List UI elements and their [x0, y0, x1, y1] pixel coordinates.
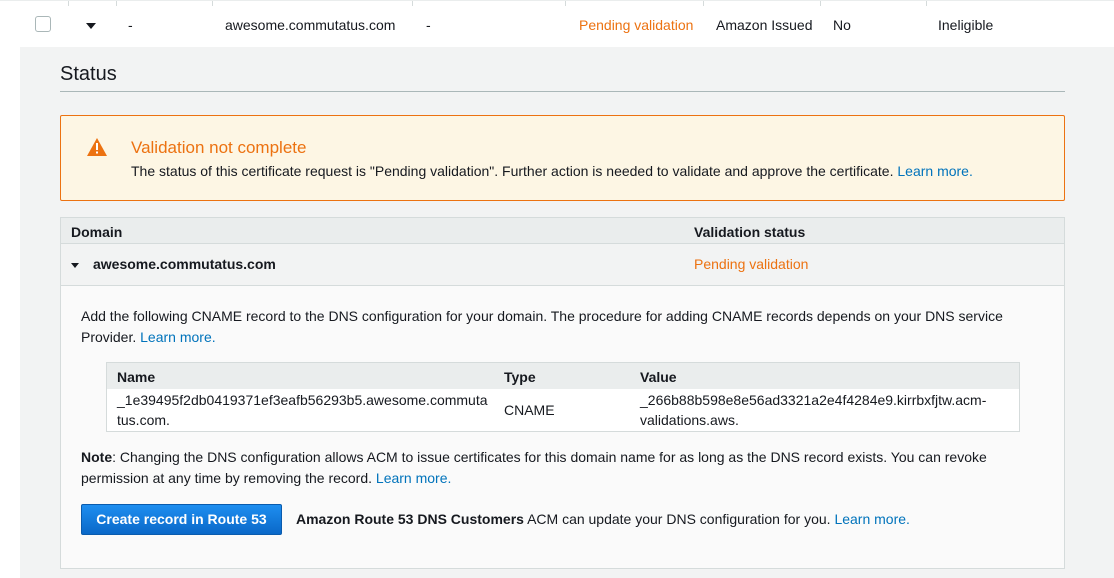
- column-divider: [212, 1, 213, 6]
- table-header: Domain Validation status: [61, 218, 1064, 244]
- alert-message-text: The status of this certificate request i…: [131, 163, 894, 179]
- column-divider: [68, 1, 69, 6]
- instructions-learn-more-link[interactable]: Learn more.: [140, 329, 215, 345]
- column-header-value: Value: [640, 369, 677, 385]
- route53-text: ACM can update your DNS configuration fo…: [527, 511, 831, 527]
- note-label: Note: [81, 449, 113, 465]
- route53-description: Amazon Route 53 DNS Customers ACM can up…: [296, 511, 910, 527]
- domain-validation-table: Domain Validation status awesome.commuta…: [60, 217, 1065, 569]
- warning-icon: [87, 138, 107, 156]
- column-divider: [412, 1, 413, 6]
- column-divider: [565, 1, 566, 6]
- column-divider: [703, 1, 704, 6]
- cname-value-line: _266b88b598e8e56ad3321a2e4f4284e9.kirrbx…: [640, 392, 987, 408]
- row-cell-domain: awesome.commutatus.com: [225, 17, 396, 33]
- certificate-row[interactable]: - awesome.commutatus.com - Pending valid…: [0, 0, 1114, 47]
- alert-message: The status of this certificate request i…: [131, 163, 973, 179]
- cname-table-header: Name Type Value: [107, 363, 1019, 389]
- instructions-text: Add the following CNAME record to the DN…: [81, 308, 1003, 345]
- column-header-name: Name: [117, 369, 156, 385]
- note-learn-more-link[interactable]: Learn more.: [376, 470, 451, 486]
- create-record-route53-button[interactable]: Create record in Route 53: [81, 504, 282, 535]
- divider: [60, 91, 1065, 92]
- route53-learn-more-link[interactable]: Learn more.: [834, 511, 909, 527]
- column-divider: [116, 1, 117, 6]
- expand-caret-icon[interactable]: [71, 263, 79, 268]
- domain-validation-status: Pending validation: [694, 256, 809, 272]
- row-select-checkbox[interactable]: [35, 16, 51, 32]
- validation-warning-alert: Validation not complete The status of th…: [60, 115, 1065, 201]
- alert-title: Validation not complete: [131, 138, 307, 157]
- cname-record-value[interactable]: _266b88b598e8e56ad3321a2e4f4284e9.kirrbx…: [640, 390, 986, 430]
- alert-learn-more-link[interactable]: Learn more.: [897, 163, 972, 179]
- cname-record-type: CNAME: [504, 402, 555, 418]
- cname-name-line: tus.com.: [117, 412, 170, 428]
- collapse-caret-icon[interactable]: [86, 23, 96, 29]
- row-cell-additional-names: -: [426, 17, 431, 33]
- certificate-details-panel: Status Validation not complete The statu…: [20, 47, 1114, 578]
- cname-name-line: _1e39495f2db0419371ef3eafb56293b5.awesom…: [117, 392, 488, 408]
- column-header-domain: Domain: [71, 224, 123, 240]
- note-text: : Changing the DNS configuration allows …: [81, 449, 987, 486]
- cname-record-table: Name Type Value _1e39495f2db0419371ef3ea…: [106, 362, 1020, 432]
- status-heading: Status: [60, 63, 117, 85]
- domain-name: awesome.commutatus.com: [93, 256, 276, 272]
- cname-value-line: validations.aws.: [640, 412, 739, 428]
- row-cell-renewal: Ineligible: [938, 17, 994, 33]
- row-cell-name: -: [128, 17, 133, 33]
- column-header-type: Type: [504, 369, 536, 385]
- route53-customers-label: Amazon Route 53 DNS Customers: [296, 511, 524, 527]
- column-divider: [820, 1, 821, 6]
- row-cell-status: Pending validation: [579, 17, 694, 33]
- dns-note: Note: Changing the DNS configuration all…: [81, 447, 1041, 489]
- row-cell-type: Amazon Issued: [716, 17, 813, 33]
- cname-record-name[interactable]: _1e39495f2db0419371ef3eafb56293b5.awesom…: [117, 390, 488, 430]
- column-header-validation-status: Validation status: [694, 224, 806, 240]
- row-cell-in-use: No: [833, 17, 851, 33]
- cname-instructions: Add the following CNAME record to the DN…: [81, 306, 1041, 348]
- domain-row[interactable]: awesome.commutatus.com Pending validatio…: [61, 244, 1064, 286]
- column-divider: [926, 1, 927, 6]
